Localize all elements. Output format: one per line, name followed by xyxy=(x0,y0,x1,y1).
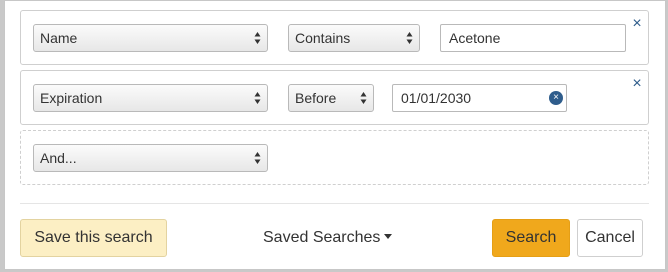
date-input[interactable]: 01/01/2030 × xyxy=(392,84,567,112)
footer-divider xyxy=(20,203,649,204)
field-select[interactable]: Expiration xyxy=(33,84,268,112)
save-search-button[interactable]: Save this search xyxy=(20,219,167,257)
caret-down-icon xyxy=(384,234,393,240)
search-button[interactable]: Search xyxy=(492,219,570,257)
add-filter-row: And... xyxy=(20,130,649,185)
field-select[interactable]: Name xyxy=(33,24,268,52)
updown-arrows-icon xyxy=(254,152,261,164)
add-filter-select-value: And... xyxy=(40,150,77,166)
add-filter-select[interactable]: And... xyxy=(33,144,268,172)
value-input[interactable]: Acetone xyxy=(440,24,626,52)
saved-searches-dropdown[interactable]: Saved Searches xyxy=(263,228,393,248)
updown-arrows-icon xyxy=(254,32,261,44)
operator-select[interactable]: Before xyxy=(288,84,374,112)
advanced-search-dialog: Name Contains Acetone × Expiration Befor… xyxy=(4,0,666,270)
operator-select[interactable]: Contains xyxy=(288,24,420,52)
remove-filter-icon[interactable]: × xyxy=(630,76,644,92)
filter-row-expiration: Expiration Before 01/01/2030 × × xyxy=(20,70,649,125)
operator-select-value: Before xyxy=(295,90,337,106)
updown-arrows-icon xyxy=(406,32,413,44)
operator-select-value: Contains xyxy=(295,30,351,46)
filter-row-name: Name Contains Acetone × xyxy=(20,10,649,65)
updown-arrows-icon xyxy=(360,92,367,104)
field-select-value: Name xyxy=(40,30,78,46)
updown-arrows-icon xyxy=(254,92,261,104)
clear-date-icon[interactable]: × xyxy=(549,91,563,105)
date-input-text: 01/01/2030 xyxy=(401,90,472,106)
value-input-text: Acetone xyxy=(449,30,501,46)
remove-filter-icon[interactable]: × xyxy=(630,16,644,32)
saved-searches-label: Saved Searches xyxy=(263,229,381,246)
cancel-button[interactable]: Cancel xyxy=(577,219,643,257)
field-select-value: Expiration xyxy=(40,90,103,106)
